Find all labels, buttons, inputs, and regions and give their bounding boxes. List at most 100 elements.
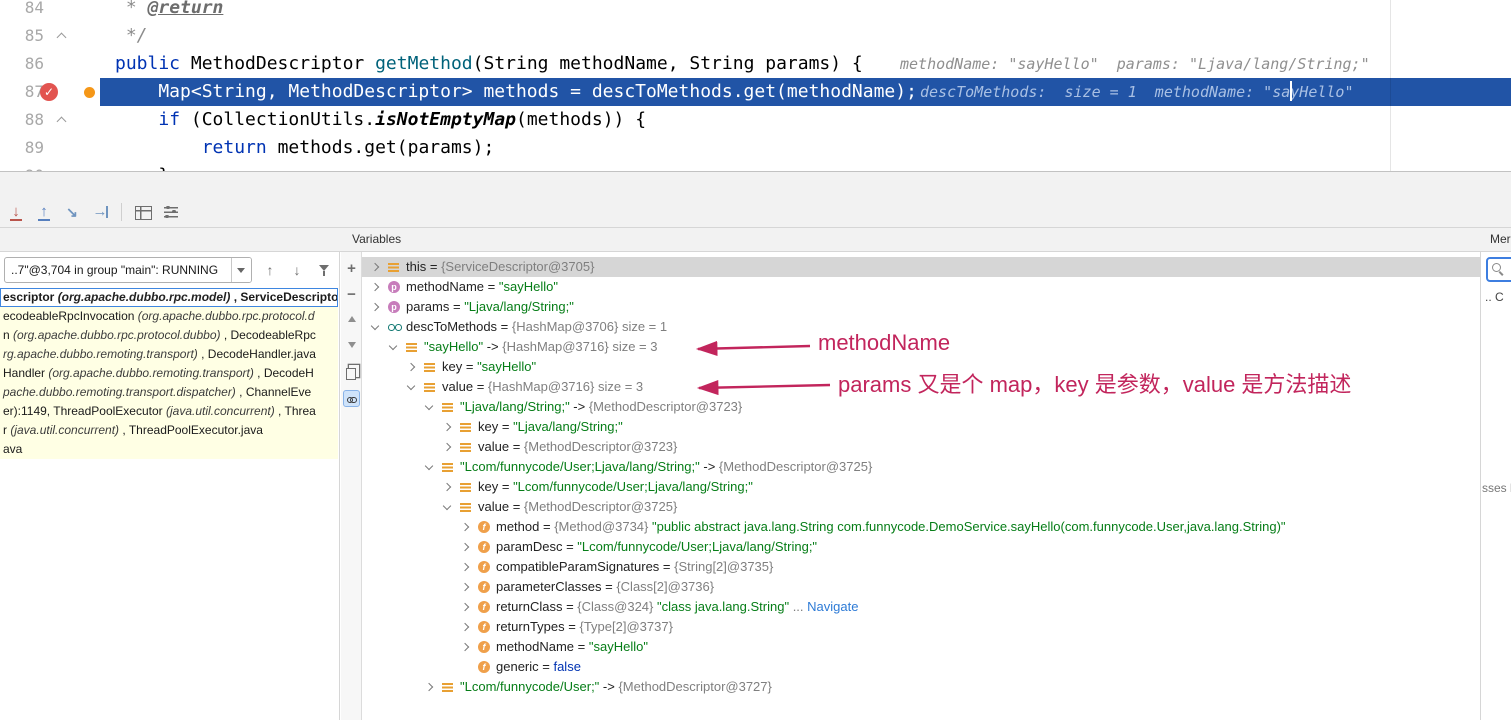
stack-frame[interactable]: n (org.apache.dubbo.rpc.protocol.dubbo) … xyxy=(0,326,338,345)
stack-frame[interactable]: Handler (org.apache.dubbo.remoting.trans… xyxy=(0,364,338,383)
variable-row[interactable]: key = "Ljava/lang/String;" xyxy=(362,417,1480,437)
chevron-right-icon[interactable] xyxy=(443,423,451,431)
variable-row[interactable]: value = {MethodDescriptor@3723} xyxy=(362,437,1480,457)
chevron-right-icon[interactable] xyxy=(443,483,451,491)
variable-row[interactable]: generic = false xyxy=(362,657,1480,677)
fold-marker-icon[interactable] xyxy=(57,117,67,127)
breakpoint-icon[interactable]: ✓ xyxy=(40,83,58,101)
value-icon xyxy=(424,363,435,372)
move-watch-down-icon[interactable] xyxy=(343,338,360,355)
chevron-down-icon[interactable] xyxy=(425,462,433,470)
step-into-frame-icon[interactable] xyxy=(62,202,82,222)
code-line-88[interactable]: 88 if (CollectionUtils.isNotEmptyMap(met… xyxy=(0,106,1511,134)
chevron-right-icon[interactable] xyxy=(461,563,469,571)
chevron-right-icon[interactable] xyxy=(461,603,469,611)
memory-search-input[interactable] xyxy=(1486,257,1511,282)
variable-row[interactable]: "Lcom/funnycode/User;Ljava/lang/String;"… xyxy=(362,457,1480,477)
value-icon xyxy=(424,383,435,392)
param-icon xyxy=(388,281,400,293)
variable-row[interactable]: method = {Method@3734} "public abstract … xyxy=(362,517,1480,537)
chevron-down-icon[interactable] xyxy=(389,342,397,350)
stack-frame[interactable]: er):1149, ThreadPoolExecutor (java.util.… xyxy=(0,402,338,421)
stack-frame[interactable]: ecodeableRpcInvocation (org.apache.dubbo… xyxy=(0,307,338,326)
frames-panel: ..7"@3,704 in group "main": RUNNING escr… xyxy=(0,252,340,720)
chevron-right-icon[interactable] xyxy=(407,363,415,371)
value-icon xyxy=(442,463,453,472)
debug-toolbar xyxy=(0,196,1511,228)
variable-row[interactable]: key = "Lcom/funnycode/User;Ljava/lang/St… xyxy=(362,477,1480,497)
code-line-89[interactable]: 89 return methods.get(params); xyxy=(0,134,1511,162)
settings-sliders-icon[interactable] xyxy=(161,202,181,222)
stack-frame[interactable]: escriptor (org.apache.dubbo.rpc.model) ,… xyxy=(0,288,338,307)
code-line-85[interactable]: 85 */ xyxy=(0,22,1511,50)
chevron-right-icon[interactable] xyxy=(461,583,469,591)
stack-frame[interactable]: rg.apache.dubbo.remoting.transport) , De… xyxy=(0,345,338,364)
variables-panel: this = {ServiceDescriptor@3705}methodNam… xyxy=(362,252,1480,720)
chevron-down-icon[interactable] xyxy=(443,502,451,510)
field-icon xyxy=(478,561,490,573)
chevron-down-icon[interactable] xyxy=(425,402,433,410)
variable-row[interactable]: this = {ServiceDescriptor@3705} xyxy=(362,257,1480,277)
arrow-up-from-line-icon[interactable] xyxy=(34,202,54,222)
next-frame-icon[interactable] xyxy=(288,261,306,279)
chevron-right-icon[interactable] xyxy=(461,643,469,651)
filter-icon[interactable] xyxy=(315,261,333,279)
chevron-right-icon[interactable] xyxy=(371,283,379,291)
field-icon xyxy=(478,541,490,553)
chevron-down-icon[interactable] xyxy=(407,382,415,390)
chevron-right-icon[interactable] xyxy=(443,443,451,451)
run-to-position-icon[interactable] xyxy=(90,202,110,222)
variable-row[interactable]: params = "Ljava/lang/String;" xyxy=(362,297,1480,317)
chevron-right-icon[interactable] xyxy=(461,523,469,531)
code-editor[interactable]: 84 * @return85 */86public MethodDescript… xyxy=(0,0,1511,172)
chevron-right-icon[interactable] xyxy=(425,683,433,691)
add-watch-icon[interactable] xyxy=(343,260,360,277)
inline-debugger-hint: methodName: "sayHello" params: "Ljava/la… xyxy=(900,50,1370,78)
thread-selector[interactable]: ..7"@3,704 in group "main": RUNNING xyxy=(4,257,252,283)
table-view-icon[interactable] xyxy=(133,202,153,222)
fold-marker-icon[interactable] xyxy=(57,33,67,43)
memory-text-fragment: .. C xyxy=(1485,290,1504,304)
line-number: 89 xyxy=(0,134,44,162)
remove-watch-icon[interactable] xyxy=(343,286,360,303)
watch-icon xyxy=(388,321,400,333)
variable-row[interactable]: methodName = "sayHello" xyxy=(362,637,1480,657)
previous-frame-icon[interactable] xyxy=(261,261,279,279)
line-number: 88 xyxy=(0,106,44,134)
field-icon xyxy=(478,661,490,673)
variable-row[interactable]: returnClass = {Class@324} "class java.la… xyxy=(362,597,1480,617)
code-line-86[interactable]: 86public MethodDescriptor getMethod(Stri… xyxy=(0,50,1511,78)
code-line-84[interactable]: 84 * @return xyxy=(0,0,1511,22)
variable-row[interactable]: returnTypes = {Type[2]@3737} xyxy=(362,617,1480,637)
variable-row[interactable]: value = {MethodDescriptor@3725} xyxy=(362,497,1480,517)
line-number: 86 xyxy=(0,50,44,78)
chevron-down-icon[interactable] xyxy=(371,322,379,330)
variable-row[interactable]: methodName = "sayHello" xyxy=(362,277,1480,297)
chevron-down-icon[interactable] xyxy=(231,258,251,282)
memory-panel: .. C sses l xyxy=(1480,252,1511,720)
chevron-right-icon[interactable] xyxy=(461,543,469,551)
duplicate-watch-icon[interactable] xyxy=(343,364,360,381)
code-line-87[interactable]: 87✓ Map<String, MethodDescriptor> method… xyxy=(0,78,1511,106)
chevron-right-icon[interactable] xyxy=(371,263,379,271)
stack-frame[interactable]: r (java.util.concurrent) , ThreadPoolExe… xyxy=(0,421,338,440)
variable-row[interactable]: "Lcom/funnycode/User;" -> {MethodDescrip… xyxy=(362,677,1480,697)
code-line-90[interactable]: 90 } xyxy=(0,162,1511,172)
variable-row[interactable]: paramDesc = "Lcom/funnycode/User;Ljava/l… xyxy=(362,537,1480,557)
thread-row: ..7"@3,704 in group "main": RUNNING xyxy=(4,257,335,283)
move-watch-up-icon[interactable] xyxy=(343,312,360,329)
stack-frame[interactable]: ava xyxy=(0,440,338,459)
variable-row[interactable]: parameterClasses = {Class[2]@3736} xyxy=(362,577,1480,597)
chevron-right-icon[interactable] xyxy=(461,623,469,631)
stack-frame[interactable]: pache.dubbo.remoting.transport.dispatche… xyxy=(0,383,338,402)
chevron-right-icon[interactable] xyxy=(371,303,379,311)
text-caret xyxy=(1290,81,1292,101)
show-watches-icon[interactable] xyxy=(343,390,360,407)
field-icon xyxy=(478,621,490,633)
variable-row[interactable]: "Ljava/lang/String;" -> {MethodDescripto… xyxy=(362,397,1480,417)
arrow-down-to-line-icon[interactable] xyxy=(6,202,26,222)
line-number: 90 xyxy=(0,162,44,172)
field-icon xyxy=(478,601,490,613)
variables-panel-title: Variables xyxy=(352,232,401,246)
variable-row[interactable]: compatibleParamSignatures = {String[2]@3… xyxy=(362,557,1480,577)
